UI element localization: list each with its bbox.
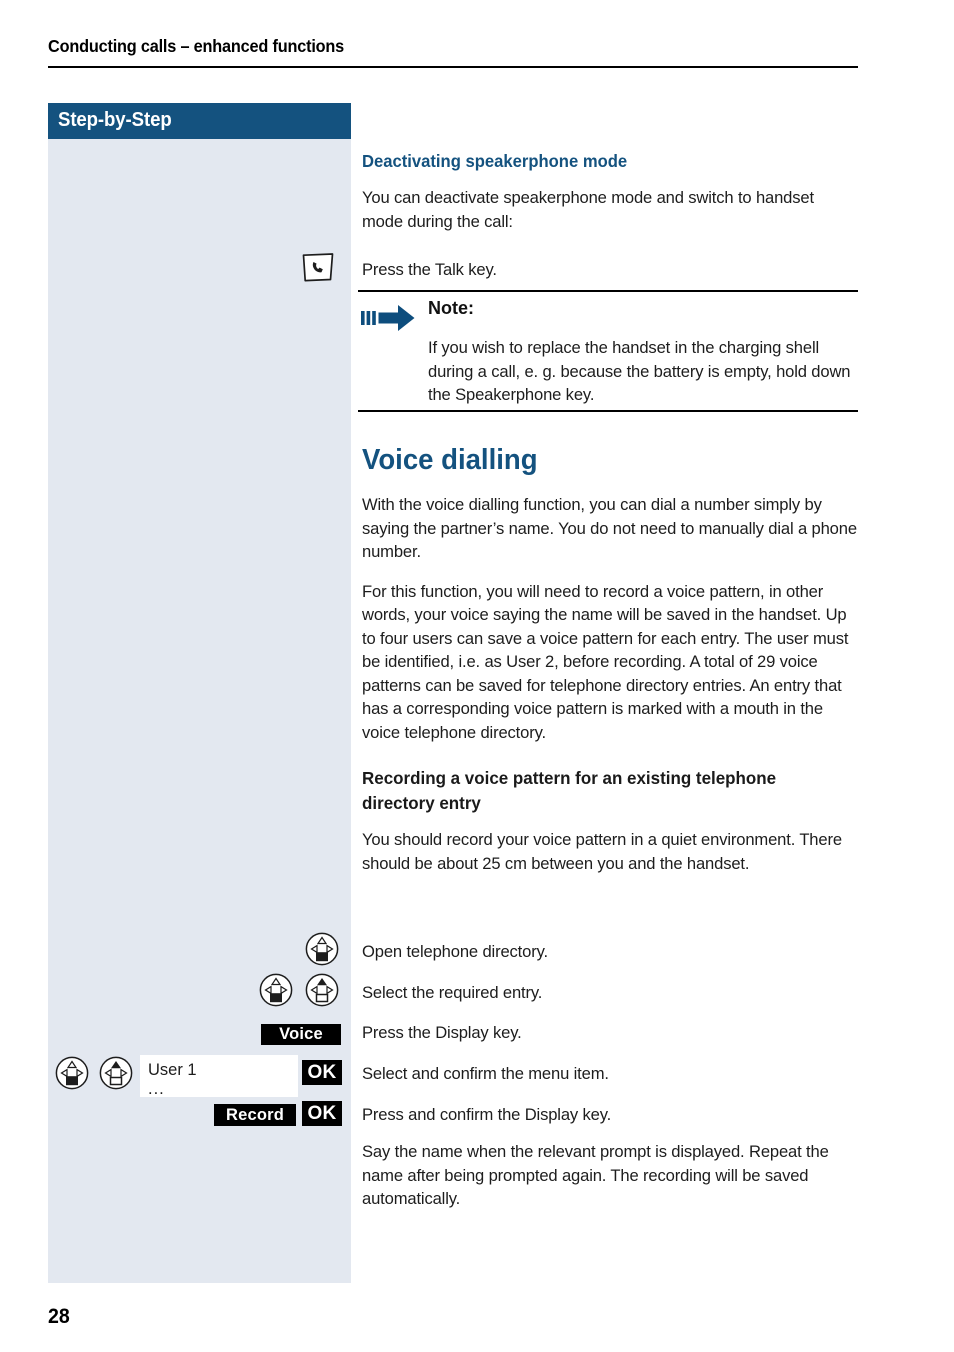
subheading-recording-voice-pattern: Recording a voice pattern for an existin… — [362, 768, 777, 813]
paragraph-deactivating-intro: You can deactivate speakerphone mode and… — [362, 188, 814, 231]
nav-key-down-icon — [259, 973, 293, 1012]
nav-key-down-icon — [55, 1056, 89, 1095]
paragraph-voice-dialling-2: For this function, you will need to reco… — [362, 581, 849, 742]
step-press-confirm-display-key: Press and confirm the Display key. — [362, 1105, 612, 1124]
nav-key-down-icon — [305, 932, 339, 971]
note-title: Note: — [428, 298, 474, 318]
display-key-ok[interactable]: OK — [302, 1060, 342, 1085]
step-select-required-entry: Select the required entry. — [362, 983, 543, 1002]
note-rule-bottom — [358, 410, 858, 412]
page-number: 28 — [48, 1305, 70, 1328]
heading-deactivating-speakerphone: Deactivating speakerphone mode — [362, 151, 628, 171]
step-press-talk-key: Press the Talk key. — [362, 260, 497, 279]
voice-dialling-section: Voice dialling With the voice dialling f… — [362, 443, 858, 891]
header-rule — [48, 66, 858, 68]
step-press-display-key: Press the Display key. — [362, 1023, 522, 1042]
display-key-voice[interactable]: Voice — [261, 1024, 341, 1045]
display-entry-line2: ... — [148, 1080, 165, 1098]
paragraph-voice-dialling-3: You should record your voice pattern in … — [362, 830, 842, 873]
note-arrow-icon — [360, 303, 416, 338]
display-key-record[interactable]: Record — [214, 1104, 296, 1126]
step-say-the-name: Say the name when the relevant prompt is… — [362, 1142, 829, 1208]
document-page: Conducting calls – enhanced functions St… — [0, 0, 954, 1352]
note-rule-top — [358, 290, 858, 292]
running-header: Conducting calls – enhanced functions — [48, 36, 345, 56]
sidebar-title-bar: Step-by-Step — [48, 103, 351, 139]
sidebar-title: Step-by-Step — [58, 109, 172, 131]
nav-key-up-icon — [99, 1056, 133, 1095]
step-open-telephone-directory: Open telephone directory. — [362, 942, 548, 961]
display-entry-line1: User 1 — [148, 1061, 197, 1079]
talk-key-icon — [301, 252, 335, 287]
display-entry-user[interactable]: User 1 ... — [140, 1055, 298, 1097]
paragraph-voice-dialling-1: With the voice dialling function, you ca… — [362, 495, 857, 561]
step-select-confirm-menu-item: Select and confirm the menu item. — [362, 1064, 609, 1083]
note-body: If you wish to replace the handset in th… — [428, 338, 851, 404]
main-content-column: Deactivating speakerphone mode You can d… — [362, 150, 858, 249]
heading-voice-dialling: Voice dialling — [362, 444, 538, 476]
nav-key-up-icon — [305, 973, 339, 1012]
display-key-ok[interactable]: OK — [302, 1101, 342, 1126]
